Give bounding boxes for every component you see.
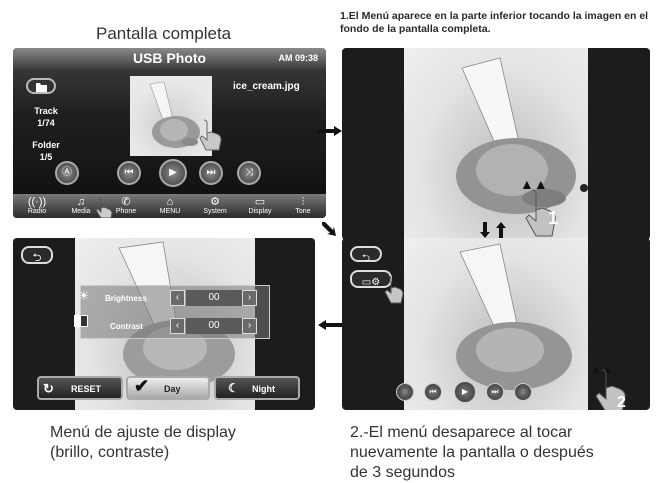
chevron-right-icon: ›: [247, 292, 252, 303]
filename: ice_cream.jpg: [233, 81, 300, 92]
night-button[interactable]: ☾ Night: [214, 376, 300, 400]
menu-back-button[interactable]: ⮌: [350, 246, 382, 264]
next-icon: ⏭: [206, 167, 216, 178]
night-label: Night: [252, 384, 275, 394]
usb-photo-screen: USB Photo AM 09:38 ice_cream.jpg Track 1…: [13, 48, 326, 218]
step-number-1: 1: [548, 208, 559, 228]
checkmark-icon: ✔: [134, 376, 150, 396]
contrast-decrease-button[interactable]: ‹: [170, 318, 185, 334]
display-settings-icon: ▭⚙: [361, 277, 381, 288]
nav-menu-label: MENU: [159, 208, 181, 215]
caption-step-2-line1: 2.-El menú desaparece al tocar: [350, 424, 573, 441]
caption-step-1: 1.El Menú aparece en la parte inferior t…: [340, 10, 649, 35]
nav-display[interactable]: ▭ Display: [240, 196, 280, 215]
nav-tone[interactable]: ⫶ Tone: [283, 196, 323, 215]
equalizer-icon: ⫶: [301, 196, 305, 208]
nav-tone-label: Tone: [295, 208, 311, 215]
caption-display-menu: Menú de ajuste de display (brillo, contr…: [50, 423, 236, 463]
chevron-left-icon: ‹: [175, 292, 180, 303]
repeat-icon: Ⓐ: [62, 167, 72, 178]
control-repeat-button[interactable]: ◌: [396, 383, 414, 401]
folder-button[interactable]: [26, 78, 56, 94]
nav-system-label: System: [203, 208, 227, 215]
prev-icon: ⏮: [124, 167, 134, 178]
display-icon: ▭: [254, 196, 266, 208]
bottom-nav: ((·)) Radio ♫ Media ✆ Phone ⌂ MENU ⚙ System ▭…: [13, 194, 326, 218]
control-next-button[interactable]: ⏭: [486, 383, 504, 401]
back-icon: ⮌: [32, 252, 42, 264]
chevron-right-icon: ›: [247, 320, 252, 331]
brightness-value: 00: [186, 290, 242, 306]
prev-icon: ⏮: [429, 387, 437, 396]
clock: AM 09:38: [278, 53, 318, 63]
reset-button[interactable]: ↻ RESET: [37, 376, 123, 400]
shuffle-icon: ◌: [520, 387, 526, 396]
refresh-icon: ↻: [43, 381, 54, 396]
shuffle-button[interactable]: ⤨: [237, 161, 261, 185]
caption-display-menu-line2: (brillo, contraste): [50, 444, 170, 461]
back-icon: ⮌: [361, 253, 370, 264]
moon-icon: ☾: [228, 381, 239, 395]
reset-label: RESET: [71, 384, 102, 394]
back-button[interactable]: ⮌: [21, 246, 53, 264]
track-label: Track: [34, 106, 58, 116]
arrow-up-icon: [496, 222, 506, 238]
sun-icon: ☀: [78, 288, 90, 303]
nav-radio[interactable]: ((·)) Radio: [17, 196, 57, 215]
brightness-decrease-button[interactable]: ‹: [170, 290, 185, 306]
radio-icon: ((·)): [27, 196, 47, 208]
arrow-diagonal-icon: [322, 222, 336, 236]
nav-menu[interactable]: ⌂ MENU: [150, 196, 190, 215]
track-value: 1/74: [37, 118, 55, 128]
caption-step-2: 2.-El menú desaparece al tocar nuevament…: [350, 423, 594, 483]
repeat-icon: ◌: [402, 387, 408, 396]
gear-icon: ⚙: [210, 196, 220, 208]
contrast-value: 00: [186, 318, 242, 334]
step-number-2: 2: [617, 394, 626, 410]
caption-step-2-line3: de 3 segundos: [350, 464, 455, 481]
repeat-button[interactable]: Ⓐ: [55, 161, 79, 185]
caption-display-menu-line1: Menú de ajuste de display: [50, 424, 236, 441]
play-icon: ▶: [169, 167, 177, 178]
arrow-down-icon: [480, 222, 490, 238]
control-prev-button[interactable]: ⏮: [424, 383, 442, 401]
control-shuffle-button[interactable]: ◌: [514, 383, 532, 401]
nav-phone-label: Phone: [115, 208, 137, 215]
folder-value: 1/5: [39, 152, 53, 162]
hand-pointer-icon: [95, 197, 113, 218]
arrow-right-icon: [318, 126, 342, 136]
home-icon: ⌂: [166, 196, 174, 208]
hand-pointer-icon: [595, 369, 626, 410]
hand-pointer-icon: [384, 275, 404, 304]
next-icon: ⏭: [491, 387, 499, 396]
folder-label: Folder: [32, 140, 60, 150]
contrast-icon: [74, 315, 88, 327]
contrast-label: Contrast: [110, 322, 143, 331]
caption-fullscreen: Pantalla completa: [96, 24, 232, 43]
control-play-button[interactable]: ▶: [454, 381, 476, 403]
day-label: Day: [164, 384, 181, 394]
nav-display-label: Display: [248, 208, 272, 215]
next-button[interactable]: ⏭: [199, 161, 223, 185]
nav-system[interactable]: ⚙ System: [195, 196, 235, 215]
nav-radio-label: Radio: [27, 208, 47, 215]
arrow-left-icon: [318, 320, 342, 330]
photo-fullscreen-step1: ▲▲ 1: [342, 48, 650, 240]
brightness-increase-button[interactable]: ›: [242, 290, 257, 306]
nav-media-label: Media: [71, 208, 91, 215]
shuffle-icon: ⤨: [245, 167, 253, 178]
hand-pointer-icon: [199, 119, 222, 151]
folder-icon: [36, 83, 47, 92]
contrast-increase-button[interactable]: ›: [242, 318, 257, 334]
day-button[interactable]: ✔ Day: [126, 376, 210, 400]
chevron-left-icon: ‹: [175, 320, 180, 331]
caption-step-2-line2: nuevamente la pantalla o después: [350, 444, 594, 461]
play-button[interactable]: ▶: [159, 159, 187, 187]
play-icon: ▶: [461, 387, 469, 396]
prev-button[interactable]: ⏮: [117, 161, 141, 185]
brightness-label: Brightness: [105, 294, 147, 303]
